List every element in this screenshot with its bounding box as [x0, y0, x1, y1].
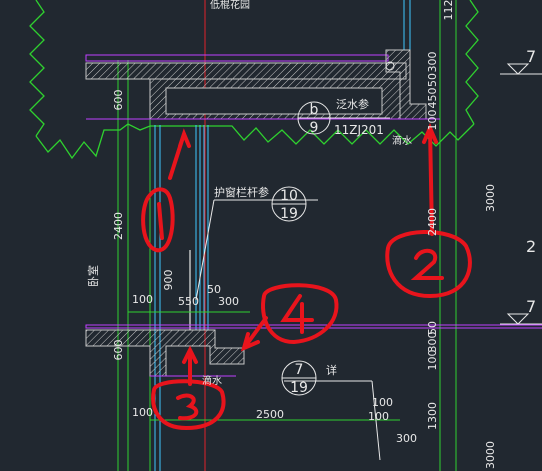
label-detail-10: 10 — [280, 188, 298, 204]
label-top-cut: 低棍花园 — [210, 0, 250, 11]
dim-100-b: 100 — [132, 406, 153, 419]
right-dim-2400: 2400 — [426, 208, 439, 236]
label-detail-b: b — [310, 102, 319, 118]
label-bedroom: 卧室 — [86, 265, 100, 287]
dim-600-lower: 600 — [112, 340, 125, 361]
dim-2400: 2400 — [112, 212, 125, 240]
label-std-ref: 11ZJ201 — [334, 123, 384, 137]
dim-550: 550 — [178, 295, 199, 308]
right-dim-100-b: 100 — [426, 350, 439, 371]
right-dim-450: 450 — [426, 88, 439, 109]
right-label-7-a: 7 — [526, 47, 536, 66]
right-dim-300-b: 300 — [426, 332, 439, 353]
label-detail-10-sheet: 19 — [280, 206, 298, 222]
right-dim-50-a: 50 — [426, 73, 439, 87]
dim-2500: 2500 — [256, 408, 284, 421]
dim-100-a: 100 — [132, 293, 153, 306]
cad-section-drawing: 低棍花园 泛水参 b 9 11ZJ201 滴水 护窗栏杆参 10 19 卧室 7… — [29, 0, 542, 471]
right-dim-3000-b: 3000 — [484, 441, 497, 469]
roof-hatch — [85, 62, 407, 80]
break-line-right — [465, 0, 479, 125]
label-detail-7: 7 — [295, 362, 304, 378]
annotation-4 — [240, 283, 339, 352]
right-dim-300-a: 300 — [426, 52, 439, 73]
right-dim-100-a: 100 — [426, 110, 439, 131]
label-drip-lower: 滴水 — [202, 374, 222, 387]
right-dim-3000-a: 3000 — [484, 184, 497, 212]
right-dim-112: 112 — [442, 0, 455, 21]
label-detail-b-sheet: 9 — [310, 120, 319, 136]
dim-900: 900 — [162, 270, 175, 291]
label-detail-7-sheet: 19 — [290, 380, 308, 396]
elevation-marker-a — [506, 63, 530, 75]
break-line-left — [29, 0, 45, 137]
dim-300-a: 300 — [218, 295, 239, 308]
label-drip-upper: 滴水 — [392, 134, 412, 147]
dim-100-c: 100 — [372, 396, 393, 409]
roof-layer-top — [85, 54, 389, 62]
elevation-marker-b — [506, 313, 530, 325]
right-dim-1300: 1300 — [426, 402, 439, 430]
lower-floor-line — [85, 324, 542, 329]
label-flashing-ref: 泛水参 — [336, 97, 369, 111]
label-see-detail: 详 — [326, 363, 337, 377]
lower-slab — [85, 329, 245, 377]
right-label-2: 2 — [526, 237, 536, 256]
dim-100-d: 100 — [368, 410, 389, 423]
dim-300-b: 300 — [396, 432, 417, 445]
label-railing-ref: 护窗栏杆参 — [214, 185, 269, 199]
dim-600-upper: 600 — [112, 90, 125, 111]
right-label-7-b: 7 — [526, 297, 536, 316]
